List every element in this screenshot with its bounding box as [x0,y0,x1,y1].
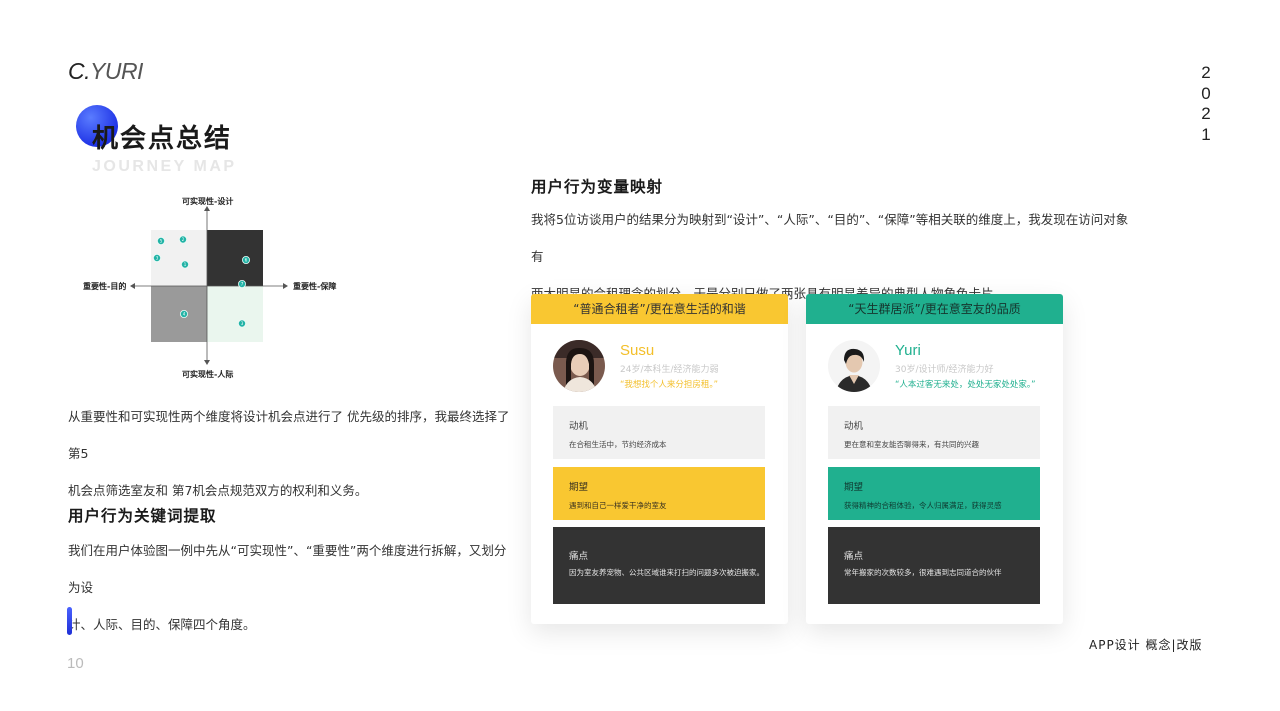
motivation-title: 动机 [569,421,589,432]
matrix-point-label: 1 [184,262,187,267]
avatar-susu-image [553,340,605,392]
brand-part1: C. [68,58,91,84]
expectation-title: 期望 [569,482,589,493]
matrix-description-line: 从重要性和可实现性两个维度将设计机会点进行了 优先级的排序，我最终选择了第5 [68,409,510,461]
matrix-point-label: 2 [182,237,185,242]
motivation-box: 动机 在合租生活中，节约经济成本 [553,406,765,459]
avatar-yuri-image [828,340,880,392]
matrix-point-label: 5 [160,238,163,243]
arrow-left-icon [130,283,135,289]
priority-matrix: 5 2 3 1 6 7 4 3 可实现性-设计 可实现性-人际 重要性-目的 重… [80,192,340,384]
keyword-section-line: 计、人际、目的、保障四个角度。 [68,617,256,632]
footer-tag: APP设计 概念|改版 [1089,638,1203,652]
year-digit: 2 [1201,104,1211,123]
year-digit: 0 [1201,83,1211,103]
year-digit: 1 [1201,124,1211,144]
persona-quote: “人本过客无来处，处处无家处处家。” [895,380,1036,390]
keyword-section-title: 用户行为关键词提取 [68,507,217,525]
axis-label-bottom: 可实现性-人际 [182,370,234,379]
year-vertical: 2 0 2 1 [1199,63,1213,145]
persona-name: Susu [620,342,655,359]
quadrant-bottom-left [151,286,207,342]
avatar-yuri [828,340,880,392]
matrix-description: 从重要性和可实现性两个维度将设计机会点进行了 优先级的排序，我最终选择了第5 机… [68,398,518,509]
pain-point-desc: 常年搬家的次数较多，很难遇到志同道合的伙伴 [844,568,1002,577]
pain-point-title: 痛点 [569,551,589,562]
matrix-point-label: 6 [245,257,248,262]
matrix-point-label: 7 [241,281,244,286]
motivation-title: 动机 [844,421,864,432]
expectation-title: 期望 [844,482,864,493]
quadrant-top-right [207,230,263,286]
section-title: 机会点总结 [92,124,233,154]
matrix-point-label: 4 [183,311,186,316]
persona-card-header: “普通合租者”/更在意生活的和谐 [531,294,788,324]
persona-card-susu: “普通合租者”/更在意生活的和谐 Susu 24岁/本科生/经济能力弱 “我想找… [531,294,788,624]
persona-card-yuri: “天生群居派”/更在意室友的品质 Yuri 30岁/设计师/经济能力好 “人本过… [806,294,1063,624]
matrix-point-label: 3 [241,321,244,326]
motivation-desc: 在合租生活中，节约经济成本 [569,440,667,449]
expectation-box: 期望 遇到和自己一样爱干净的室友 [553,467,765,520]
arrow-right-icon [283,283,288,289]
pain-point-desc: 因为室友养宠物、公共区域谁来打扫的问题多次被迫搬家。 [569,568,764,577]
expectation-desc: 获得精神的合租体验，令人归属满足，获得灵感 [844,501,1002,510]
axis-label-top: 可实现性-设计 [182,197,234,206]
expectation-box: 期望 获得精神的合租体验，令人归属满足，获得灵感 [828,467,1040,520]
matrix-point-label: 3 [156,255,159,260]
arrow-down-icon [204,360,210,365]
persona-card-header: “天生群居派”/更在意室友的品质 [806,294,1063,324]
persona-info: 24岁/本科生/经济能力弱 [620,365,719,375]
avatar-susu [553,340,605,392]
persona-info: 30岁/设计师/经济能力好 [895,365,994,375]
brand-part2: YURI [90,58,143,84]
brand-logo: C.YURI [68,58,143,85]
keyword-section-line: 我们在用户体验图一例中先从“可实现性”、“重要性”两个维度进行拆解，又划分为设 [68,543,507,595]
mapping-section-title: 用户行为变量映射 [531,178,664,196]
persona-quote: “我想找个人来分担房租。” [620,380,719,390]
expectation-desc: 遇到和自己一样爱干净的室友 [569,501,667,510]
pain-point-title: 痛点 [844,551,864,562]
keyword-section-text: 我们在用户体验图一例中先从“可实现性”、“重要性”两个维度进行拆解，又划分为设 … [68,532,518,643]
persona-name: Yuri [895,342,921,359]
pain-point-box: 痛点 常年搬家的次数较多，很难遇到志同道合的伙伴 [828,527,1040,604]
motivation-box: 动机 更在意和室友能否聊得来，有共同的兴趣 [828,406,1040,459]
page-number: 10 [67,655,84,672]
axis-label-left: 重要性-目的 [83,282,127,291]
accent-bar [67,607,72,635]
axis-label-right: 重要性-保障 [293,282,337,291]
motivation-desc: 更在意和室友能否聊得来，有共同的兴趣 [844,440,979,449]
mapping-section-line: 我将5位访谈用户的结果分为映射到“设计”、“人际”、“目的”、“保障”等相关联的… [531,212,1129,264]
pain-point-box: 痛点 因为室友养宠物、公共区域谁来打扫的问题多次被迫搬家。 [553,527,765,604]
year-digit: 2 [1201,63,1211,82]
section-subtitle: JOURNEY MAP [92,158,237,175]
quadrant-bottom-right [207,286,263,342]
